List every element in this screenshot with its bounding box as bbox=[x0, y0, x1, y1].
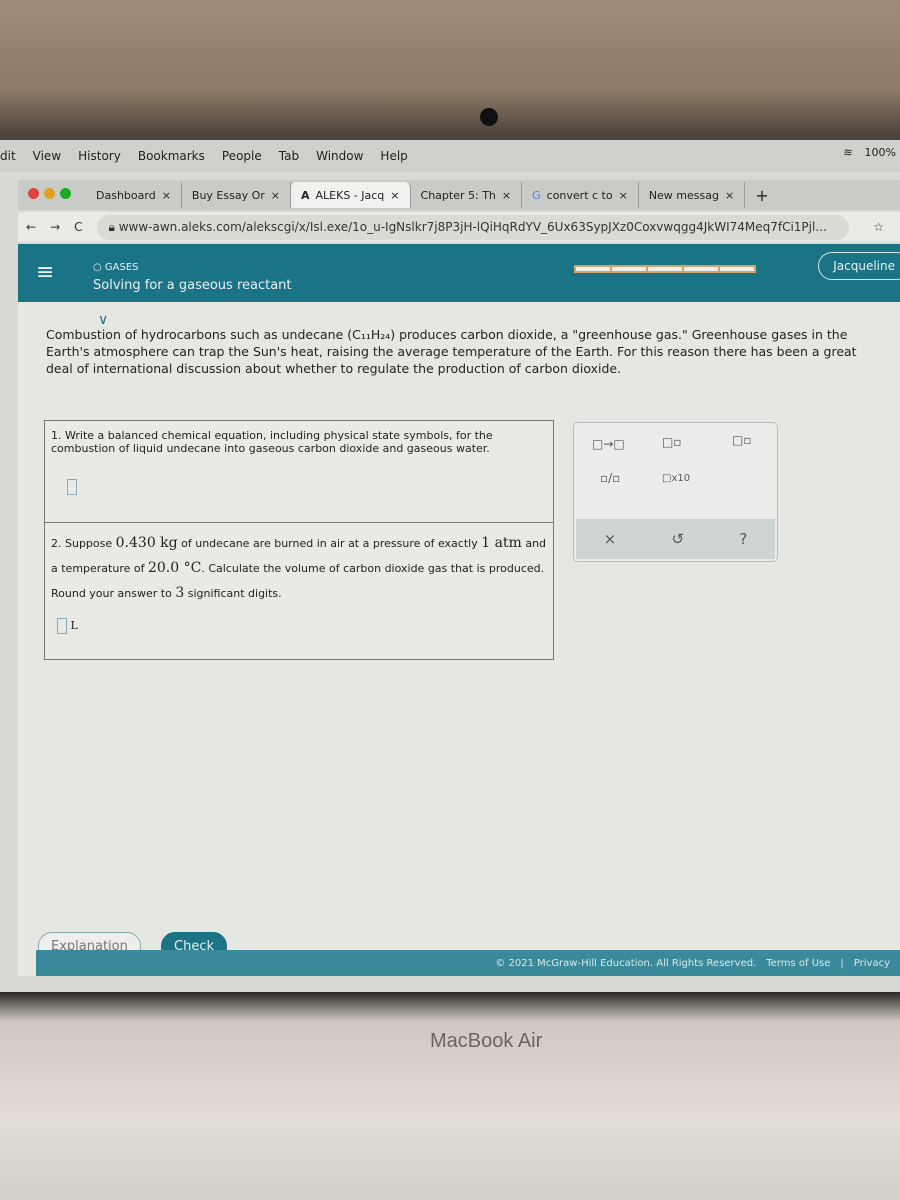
tab-new-message[interactable]: New messag × bbox=[639, 182, 746, 208]
progress-bar bbox=[574, 265, 756, 273]
page-title: Solving for a gaseous reactant bbox=[93, 278, 292, 293]
reaction-arrow-tool[interactable]: □→□ bbox=[592, 437, 625, 451]
menu-people[interactable]: People bbox=[222, 149, 262, 163]
tab-chapter5[interactable]: Chapter 5: Th × bbox=[411, 182, 523, 208]
volume-answer-input[interactable] bbox=[57, 618, 67, 634]
progress-segment bbox=[684, 267, 718, 271]
tab-google[interactable]: Gconvert c to × bbox=[522, 182, 639, 208]
footer: © 2021 McGraw-Hill Education. All Rights… bbox=[36, 950, 900, 976]
toolbar-actions: × ↺ ? bbox=[576, 519, 775, 559]
fraction-tool[interactable]: ▫/▫ bbox=[600, 471, 620, 485]
topic-text: GASES bbox=[104, 262, 139, 273]
menu-bookmarks[interactable]: Bookmarks bbox=[138, 149, 205, 163]
status-icons: ≋ 100% bbox=[843, 146, 896, 159]
tab-buy-essay[interactable]: Buy Essay Or × bbox=[182, 182, 291, 208]
close-icon[interactable]: × bbox=[162, 189, 171, 202]
aleks-logo-icon: A bbox=[301, 188, 310, 202]
math-toolbar: □→□ □▫ □▫ ▫/▫ □x10 × ↺ ? bbox=[573, 422, 778, 562]
problem-intro: Combustion of hydrocarbons such as undec… bbox=[46, 327, 857, 376]
tab-label: Buy Essay Or bbox=[191, 188, 265, 202]
menu-window[interactable]: Window bbox=[316, 149, 363, 163]
close-icon[interactable]: × bbox=[390, 189, 399, 202]
background-wall bbox=[0, 0, 900, 150]
equation-answer-input[interactable] bbox=[67, 479, 77, 495]
url-input[interactable]: 🔒︎ www-awn.aleks.com/alekscgi/x/Isl.exe/… bbox=[96, 214, 850, 240]
superscript-tool[interactable]: □▫ bbox=[732, 433, 751, 447]
forward-icon[interactable]: → bbox=[50, 220, 60, 234]
address-bar-row: ← → C 🔒︎ www-awn.aleks.com/alekscgi/x/Isl.… bbox=[18, 212, 900, 242]
screen: dit View History Bookmarks People Tab Wi… bbox=[0, 140, 900, 992]
close-icon[interactable]: × bbox=[502, 189, 511, 202]
back-icon[interactable]: ← bbox=[26, 220, 36, 234]
url-text: www-awn.aleks.com/alekscgi/x/Isl.exe/1o_… bbox=[118, 219, 827, 234]
menu-history[interactable]: History bbox=[78, 149, 121, 163]
progress-segment bbox=[612, 267, 646, 271]
progress-segment bbox=[648, 267, 682, 271]
maximize-icon[interactable] bbox=[60, 188, 71, 199]
new-tab-button[interactable]: + bbox=[745, 186, 778, 205]
user-menu-button[interactable]: Jacqueline bbox=[818, 252, 900, 280]
wifi-icon: ≋ bbox=[843, 146, 853, 159]
webcam bbox=[480, 108, 498, 126]
scientific-notation-tool[interactable]: □x10 bbox=[662, 473, 690, 484]
device-brand: MacBook Air bbox=[430, 1030, 543, 1052]
progress-segment bbox=[720, 267, 754, 271]
tab-label: Chapter 5: Th bbox=[420, 188, 496, 202]
hamburger-menu-icon[interactable]: ≡ bbox=[36, 260, 54, 285]
main-content: ∨ Combustion of hydrocarbons such as und… bbox=[18, 302, 900, 976]
tab-label: ALEKS - Jacq bbox=[315, 188, 385, 202]
battery-level: 100% bbox=[864, 146, 896, 159]
topic-label: ○ GASES bbox=[93, 262, 139, 273]
tab-aleks[interactable]: A ALEKS - Jacq × bbox=[291, 182, 411, 208]
question-1: 1. Write a balanced chemical equation, i… bbox=[45, 421, 553, 523]
progress-segment bbox=[576, 267, 610, 271]
question-panel: 1. Write a balanced chemical equation, i… bbox=[44, 420, 554, 660]
menu-tab[interactable]: Tab bbox=[279, 149, 299, 163]
mac-menubar: dit View History Bookmarks People Tab Wi… bbox=[0, 140, 900, 172]
question-2: 2. Suppose 0.430 kg of undecane are burn… bbox=[45, 523, 553, 659]
privacy-link[interactable]: Privacy bbox=[854, 958, 890, 969]
close-icon[interactable]: × bbox=[619, 189, 628, 202]
help-icon[interactable]: ? bbox=[739, 530, 747, 548]
terms-link[interactable]: Terms of Use bbox=[766, 958, 830, 969]
tab-dashboard[interactable]: Dashboard × bbox=[86, 182, 182, 208]
close-window-icon[interactable] bbox=[28, 188, 39, 199]
close-icon[interactable]: × bbox=[271, 189, 280, 202]
minimize-icon[interactable] bbox=[44, 188, 55, 199]
close-icon[interactable]: × bbox=[725, 189, 734, 202]
clear-icon[interactable]: × bbox=[604, 530, 617, 548]
laptop-bezel: MacBook Air bbox=[0, 992, 900, 1200]
question-1-text: 1. Write a balanced chemical equation, i… bbox=[51, 429, 493, 455]
menu-help[interactable]: Help bbox=[380, 149, 407, 163]
tab-label: New messag bbox=[648, 188, 719, 202]
bookmark-star-icon[interactable]: ☆ bbox=[873, 220, 884, 234]
copyright: © 2021 McGraw-Hill Education. All Rights… bbox=[495, 957, 757, 969]
aleks-header: ≡ ○ GASES Solving for a gaseous reactant… bbox=[18, 244, 900, 302]
undo-icon[interactable]: ↺ bbox=[672, 530, 685, 548]
tab-bar: Dashboard × Buy Essay Or × A ALEKS - Jacq × … bbox=[18, 180, 900, 210]
tab-label: convert c to bbox=[546, 188, 613, 202]
menu-edit[interactable]: dit bbox=[0, 149, 16, 163]
google-icon: G bbox=[532, 188, 541, 202]
reload-icon[interactable]: C bbox=[74, 220, 82, 234]
subscript-tool[interactable]: □▫ bbox=[662, 435, 681, 449]
menu-view[interactable]: View bbox=[33, 149, 61, 163]
unit-label: L bbox=[70, 619, 78, 632]
question-2-text: 2. Suppose 0.430 kg of undecane are burn… bbox=[51, 535, 547, 601]
tab-label: Dashboard bbox=[96, 188, 156, 202]
lock-icon: 🔒︎ bbox=[108, 219, 119, 234]
